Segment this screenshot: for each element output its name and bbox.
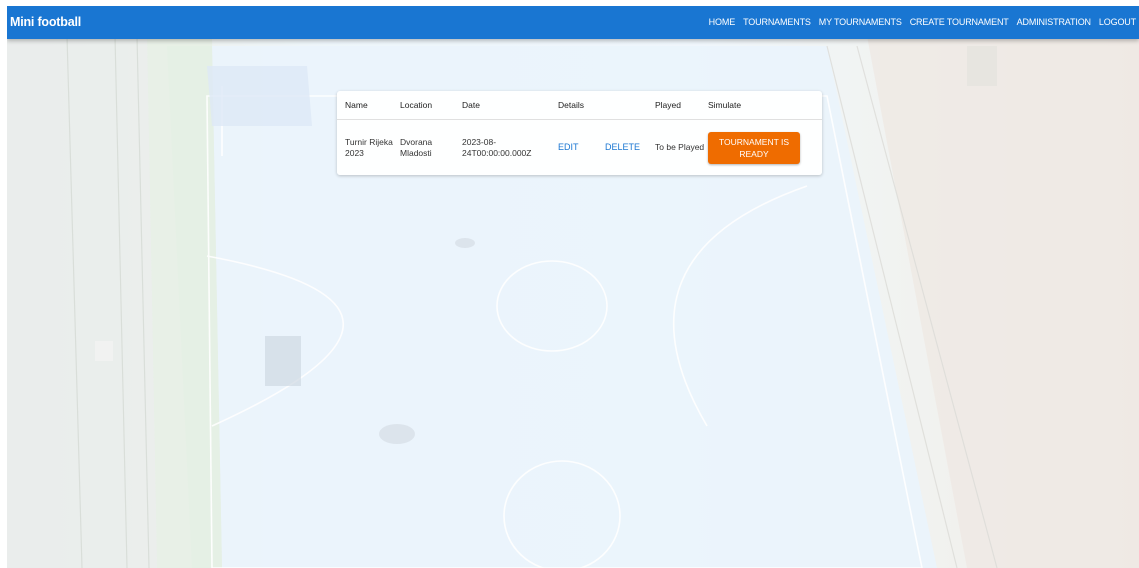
simulate-tournament-button[interactable]: TOURNAMENT IS READY: [708, 131, 800, 164]
header-details-blank: [605, 91, 655, 120]
header-name: Name: [337, 91, 400, 120]
header-date: Date: [462, 91, 558, 120]
nav-create-tournament[interactable]: CREATE TOURNAMENT: [910, 17, 1009, 27]
header-location: Location: [400, 91, 462, 120]
tournaments-table-card: Name Location Date Details Played Simula…: [337, 91, 822, 175]
delete-button[interactable]: DELETE: [605, 142, 640, 152]
nav-logout[interactable]: LOGOUT: [1099, 17, 1136, 27]
cell-location: Dvorana Mladosti: [400, 136, 433, 158]
app-title[interactable]: Mini football: [10, 15, 81, 29]
app-frame: Mini football HOME TOURNAMENTS MY TOURNA…: [7, 6, 1139, 568]
nav-tournaments[interactable]: TOURNAMENTS: [743, 17, 811, 27]
table-row: Turnir Rijeka 2023 Dvorana Mladosti 2023…: [337, 120, 822, 176]
header-played: Played: [655, 91, 708, 120]
cell-name: Turnir Rijeka 2023: [345, 136, 393, 158]
app-bar: Mini football HOME TOURNAMENTS MY TOURNA…: [7, 6, 1139, 39]
edit-button[interactable]: EDIT: [558, 142, 579, 152]
main-nav: HOME TOURNAMENTS MY TOURNAMENTS CREATE T…: [709, 17, 1136, 27]
cell-played-status: To be Played: [655, 142, 705, 152]
header-details: Details: [558, 91, 605, 120]
cell-simulate: TOURNAMENT IS READY: [708, 120, 822, 176]
nav-home[interactable]: HOME: [709, 17, 736, 27]
tournaments-table: Name Location Date Details Played Simula…: [337, 91, 822, 175]
nav-administration[interactable]: ADMINISTRATION: [1017, 17, 1091, 27]
cell-delete: DELETE: [605, 120, 655, 176]
cell-edit: EDIT: [558, 120, 605, 176]
nav-my-tournaments[interactable]: MY TOURNAMENTS: [819, 17, 902, 27]
cell-date: 2023-08-24T00:00:00.000Z: [462, 136, 532, 158]
header-simulate: Simulate: [708, 91, 822, 120]
table-header-row: Name Location Date Details Played Simula…: [337, 91, 822, 120]
